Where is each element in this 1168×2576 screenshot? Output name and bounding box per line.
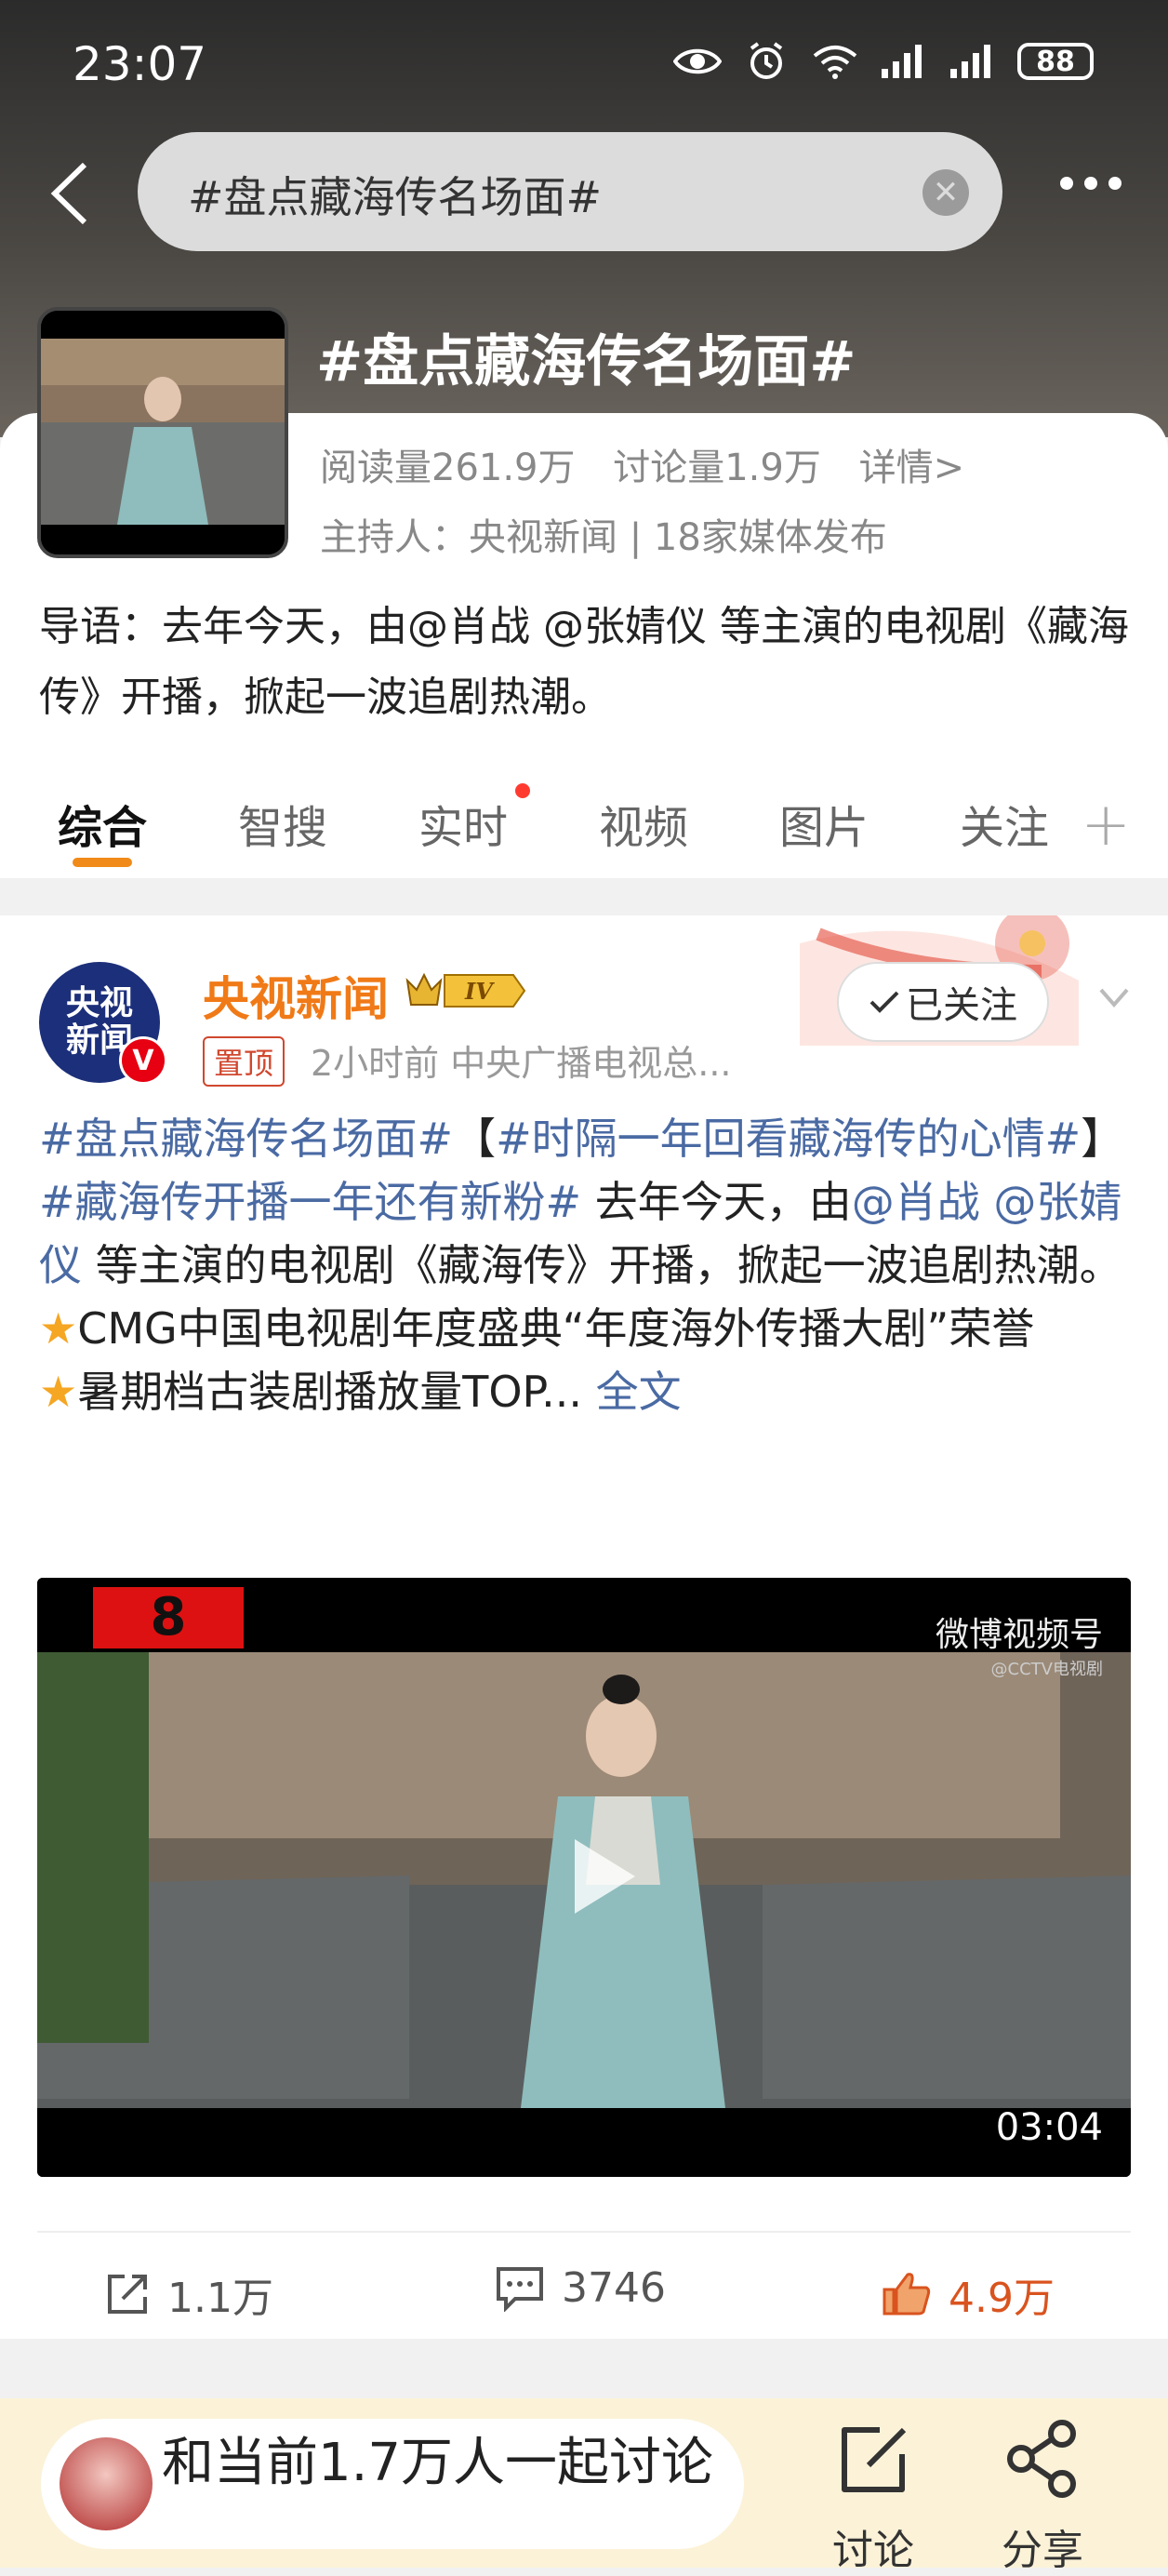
post-actions: 1.1万 3746 4.9万	[0, 2233, 1168, 2335]
repost-button[interactable]: 1.1万	[104, 2264, 273, 2324]
tab-images[interactable]: 图片	[779, 791, 869, 856]
expand-full-text-link[interactable]: 全文	[596, 1367, 682, 1417]
search-query: #盘点藏海传名场面#	[188, 172, 603, 222]
read-count: 阅读量261.9万	[320, 447, 576, 489]
topic-thumbnail	[37, 307, 288, 558]
post-card: 央视 新闻 V 央视新闻 IV 置顶 2小时前 中央广播电视总... 已关注 #…	[0, 915, 1168, 2339]
status-bar: 23:07 88	[0, 0, 1168, 130]
share-out-icon	[108, 2275, 147, 2314]
thumbs-up-icon	[883, 2273, 931, 2316]
signal-icon	[880, 41, 928, 82]
svg-text:IV: IV	[464, 978, 495, 1005]
tab-video[interactable]: 视频	[599, 791, 688, 856]
mention-link[interactable]: @肖战	[852, 1177, 980, 1227]
join-discussion-text: 和当前1.7万人一起讨论	[162, 2436, 714, 2493]
pinned-badge: 置顶	[203, 1036, 285, 1087]
video-player[interactable]: 8 微博视频号 @CCTV电视剧 03:04	[37, 1578, 1131, 2177]
episode-badge: 8	[93, 1587, 244, 1648]
add-tab-icon[interactable]: +	[1081, 791, 1131, 860]
battery-indicator: 88	[1017, 43, 1094, 80]
share-button[interactable]: 分享	[991, 2417, 1094, 2576]
topic-title: #盘点藏海传名场面#	[316, 329, 856, 394]
share-icon	[1007, 2420, 1076, 2498]
topic-link[interactable]: #时隔一年回看藏海传的心情#	[496, 1114, 1081, 1164]
topic-host: 主持人：央视新闻 | 18家媒体发布	[320, 516, 887, 559]
more-options-icon[interactable]	[1060, 177, 1122, 190]
signal-icon-2	[949, 41, 997, 82]
play-icon[interactable]	[547, 1825, 649, 1928]
comment-icon	[497, 2266, 543, 2312]
topic-avatar	[60, 2437, 153, 2530]
comment-button[interactable]: 3746	[495, 2264, 666, 2312]
check-icon	[869, 991, 899, 1013]
follow-button[interactable]: 已关注	[837, 962, 1049, 1042]
verified-icon: V	[119, 1036, 167, 1085]
back-button[interactable]	[37, 156, 102, 231]
edit-icon	[842, 2427, 907, 2492]
topic-link[interactable]: #盘点藏海传名场面#	[39, 1114, 453, 1164]
tab-comprehensive[interactable]: 综合	[58, 791, 147, 856]
discussion-count: 讨论量1.9万	[613, 447, 821, 489]
search-input[interactable]: #盘点藏海传名场面# ✕	[138, 132, 1002, 251]
tab-realtime[interactable]: 实时	[418, 791, 508, 856]
level-badge-icon: IV	[405, 972, 526, 1008]
tab-smart-search[interactable]: 智搜	[238, 791, 327, 856]
discuss-button[interactable]: 讨论	[822, 2417, 924, 2576]
status-time: 23:07	[73, 37, 207, 91]
clear-icon[interactable]: ✕	[922, 169, 969, 216]
post-meta: 2小时前 中央广播电视总...	[311, 1043, 732, 1084]
wifi-icon	[811, 41, 859, 82]
star-icon: ★	[39, 1303, 78, 1354]
chevron-left-icon	[50, 162, 87, 225]
topic-link[interactable]: #藏海传开播一年还有新粉#	[39, 1177, 581, 1227]
topic-intro: 导语：去年今天，由@肖战 @张婧仪 等主演的电视剧《藏海传》开播，掀起一波追剧热…	[39, 603, 1129, 721]
active-tab-indicator	[73, 858, 132, 867]
details-link[interactable]: 详情>	[859, 447, 965, 489]
author-name[interactable]: 央视新闻	[203, 962, 389, 1029]
chevron-down-icon[interactable]	[1097, 981, 1131, 1014]
bottom-bar: 和当前1.7万人一起讨论 讨论 分享	[0, 2398, 1168, 2574]
star-icon: ★	[39, 1367, 78, 1417]
join-discussion-button[interactable]: 和当前1.7万人一起讨论	[41, 2419, 744, 2549]
alarm-icon	[742, 41, 790, 82]
video-watermark: 微博视频号 @CCTV电视剧	[935, 1616, 1103, 1679]
tab-following[interactable]: 关注	[960, 791, 1049, 856]
post-text: #盘点藏海传名场面#【#时隔一年回看藏海传的心情#】#藏海传开播一年还有新粉# …	[39, 1114, 1124, 1417]
tab-bar: 综合 智搜 实时 视频 图片 关注 +	[0, 772, 1168, 874]
topic-stats: 阅读量261.9万 讨论量1.9万 详情>	[320, 437, 990, 491]
eye-icon	[673, 41, 722, 82]
new-indicator-dot	[515, 783, 530, 798]
like-button[interactable]: 4.9万	[882, 2264, 1055, 2324]
video-duration: 03:04	[995, 2106, 1103, 2149]
